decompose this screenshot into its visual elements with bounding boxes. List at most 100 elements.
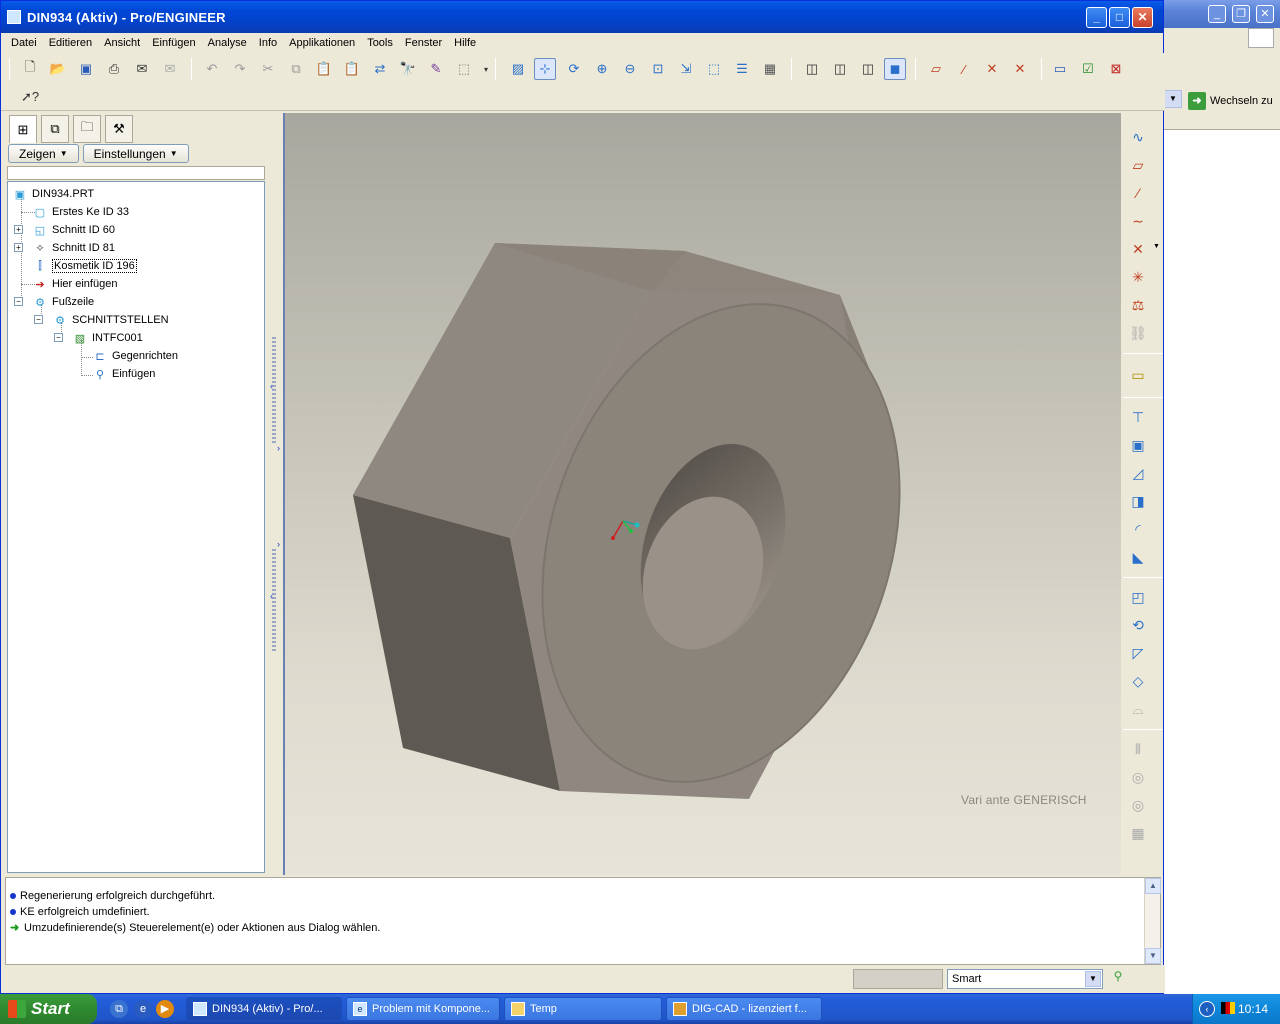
show-dropdown[interactable]: Zeigen ▼ — [8, 144, 79, 163]
settings-dropdown[interactable]: Einstellungen ▼ — [82, 144, 189, 163]
window-close-icon[interactable]: ⊠ — [1105, 58, 1127, 80]
coordinate-system-icon[interactable]: ✳ — [1126, 265, 1150, 289]
round-icon[interactable]: ◜ — [1126, 517, 1150, 541]
model-tree-tab-icon[interactable]: ⊞ — [9, 115, 37, 143]
menu-editieren[interactable]: Editieren — [43, 37, 98, 49]
hidden-line-icon[interactable]: ◫ — [829, 58, 851, 80]
tray-expand-icon[interactable]: ‹ — [1199, 1001, 1215, 1017]
tree-item-einfuegen[interactable]: ⚲ Einfügen — [92, 365, 155, 383]
tree-item-erstes-ke[interactable]: ▢ Erstes Ke ID 33 — [32, 203, 129, 221]
datum-point-icon[interactable]: ✕ — [1126, 237, 1150, 261]
bg-close-button[interactable]: ✕ — [1256, 5, 1274, 23]
menu-datei[interactable]: Datei — [5, 37, 43, 49]
desktop-quicklaunch-icon[interactable]: ⧉ — [110, 1000, 128, 1018]
bg-minimize-button[interactable]: _ — [1208, 5, 1226, 23]
expand-right-icon[interactable]: › — [277, 443, 280, 453]
copy-icon[interactable]: ⧉ — [285, 58, 307, 80]
panel-splitter[interactable]: ‹ › › ‹ — [269, 113, 281, 873]
address-dropdown-button[interactable]: ▼ — [1164, 90, 1182, 108]
folder-browser-tab-icon[interactable]: 🗀 — [73, 115, 101, 143]
tree-item-hier-einfuegen[interactable]: ➔ Hier einfügen — [32, 275, 117, 293]
expand-icon[interactable]: + — [14, 243, 23, 252]
analysis-feature-icon[interactable]: ⚖ — [1126, 293, 1150, 317]
regenerate-icon[interactable]: ⇄ — [369, 58, 391, 80]
tree-item-schnitt-81[interactable]: + ⟡ Schnitt ID 81 — [14, 239, 115, 257]
close-button[interactable]: ✕ — [1132, 7, 1153, 28]
box-select-icon[interactable]: ⬚ — [453, 58, 475, 80]
maximize-button[interactable]: □ — [1109, 7, 1130, 28]
zoom-out-icon[interactable]: ⊖ — [619, 58, 641, 80]
selection-filter-select[interactable]: Smart ▼ — [947, 969, 1103, 989]
task-dig-cad[interactable]: DIG-CAD - lizenziert f... — [666, 997, 822, 1021]
collapse-left-icon[interactable]: ‹ — [270, 591, 273, 601]
shell-icon[interactable]: ▣ — [1126, 433, 1150, 457]
menu-einfuegen[interactable]: Einfügen — [146, 37, 201, 49]
start-button[interactable]: Start — [0, 994, 97, 1024]
datum-axes-icon[interactable]: ⁄ — [953, 58, 975, 80]
expand-icon[interactable]: + — [14, 225, 23, 234]
layer-tree-tab-icon[interactable]: ⧉ — [41, 115, 69, 143]
extrude-icon[interactable]: ◰ — [1126, 585, 1150, 609]
collapse-icon[interactable]: − — [14, 297, 23, 306]
tree-item-intfc001[interactable]: − ▧ INTFC001 — [54, 329, 143, 347]
no-hidden-icon[interactable]: ◫ — [857, 58, 879, 80]
cut-icon[interactable]: ✂ — [257, 58, 279, 80]
wireframe-icon[interactable]: ◫ — [801, 58, 823, 80]
redo-icon[interactable]: ↷ — [229, 58, 251, 80]
task-temp[interactable]: Temp — [504, 997, 662, 1021]
clock[interactable]: 10:14 — [1238, 1002, 1268, 1016]
datum-axis-icon[interactable]: ⁄ — [1126, 181, 1150, 205]
tree-item-kosmetik-196[interactable]: ⫿ Kosmetik ID 196 — [32, 257, 137, 275]
view-manager-icon[interactable]: ▦ — [759, 58, 781, 80]
tree-item-schnittstellen[interactable]: − ⚙ SCHNITTSTELLEN — [34, 311, 169, 329]
select-icon[interactable]: ✎ — [425, 58, 447, 80]
draft-icon[interactable]: ◨ — [1126, 489, 1150, 513]
chain-icon[interactable]: ⛓ — [1126, 321, 1150, 345]
boundary-icon[interactable]: ⌓ — [1126, 697, 1150, 721]
background-window-titlebar[interactable]: _ ❐ ✕ — [1160, 0, 1280, 28]
scroll-up-icon[interactable]: ▲ — [1145, 878, 1161, 894]
sketch-icon[interactable]: ▭ — [1126, 363, 1150, 387]
paste-icon[interactable]: 📋 — [313, 58, 335, 80]
email-icon[interactable]: ✉ — [131, 58, 153, 80]
shading-icon[interactable]: ◼ — [884, 58, 906, 80]
ie-quicklaunch-icon[interactable]: e — [134, 1000, 152, 1018]
zoom-in-icon[interactable]: ⊕ — [591, 58, 613, 80]
find-icon[interactable]: 🔭 — [397, 58, 419, 80]
message-scrollbar[interactable]: ▲ ▼ — [1144, 878, 1161, 964]
language-icon[interactable] — [1221, 1002, 1235, 1014]
hole-icon[interactable]: ⊤ — [1126, 405, 1150, 429]
paste-special-icon[interactable]: 📋 — [341, 58, 363, 80]
blend-icon[interactable]: ◇ — [1126, 669, 1150, 693]
trim-icon[interactable]: ◎ — [1126, 793, 1150, 817]
collapse-icon[interactable]: − — [34, 315, 43, 324]
repaint-icon[interactable]: ▨ — [507, 58, 529, 80]
mirror-icon[interactable]: ⫴ — [1126, 737, 1150, 761]
menu-analyse[interactable]: Analyse — [202, 37, 253, 49]
minimize-button[interactable]: _ — [1086, 7, 1107, 28]
saved-views-icon[interactable]: ⬚ — [703, 58, 725, 80]
rib-icon[interactable]: ◿ — [1126, 461, 1150, 485]
datum-planes-icon[interactable]: ▱ — [925, 58, 947, 80]
datum-curve-icon[interactable]: ∼ — [1126, 209, 1150, 233]
email-link-icon[interactable]: ✉ — [159, 58, 181, 80]
tree-item-schnitt-60[interactable]: + ◱ Schnitt ID 60 — [14, 221, 115, 239]
chamfer-icon[interactable]: ◣ — [1126, 545, 1150, 569]
refit-icon[interactable]: ⊡ — [647, 58, 669, 80]
window-activate-icon[interactable]: ▭ — [1049, 58, 1071, 80]
menu-applikationen[interactable]: Applikationen — [283, 37, 361, 49]
media-quicklaunch-icon[interactable]: ▶ — [156, 1000, 174, 1018]
layers-icon[interactable]: ☰ — [731, 58, 753, 80]
expand-right-icon[interactable]: › — [277, 539, 280, 549]
menu-ansicht[interactable]: Ansicht — [98, 37, 146, 49]
chevron-down-icon[interactable]: ▼ — [1153, 243, 1160, 250]
print-icon[interactable]: ⎙ — [103, 58, 125, 80]
task-din934[interactable]: DIN934 (Aktiv) - Pro/... — [186, 997, 342, 1021]
tree-item-din934-prt[interactable]: ▣ DIN934.PRT — [12, 185, 94, 203]
datum-plane-icon[interactable]: ▱ — [1126, 153, 1150, 177]
sketch-curve-icon[interactable]: ∿ — [1126, 125, 1150, 149]
window-titlebar[interactable]: DIN934 (Aktiv) - Pro/ENGINEER — [1, 1, 1163, 33]
switch-to-button[interactable]: ➜ Wechseln zu — [1188, 92, 1273, 110]
orient-mode-icon[interactable]: ⟳ — [563, 58, 585, 80]
pattern-icon[interactable]: ▦ — [1126, 821, 1150, 845]
